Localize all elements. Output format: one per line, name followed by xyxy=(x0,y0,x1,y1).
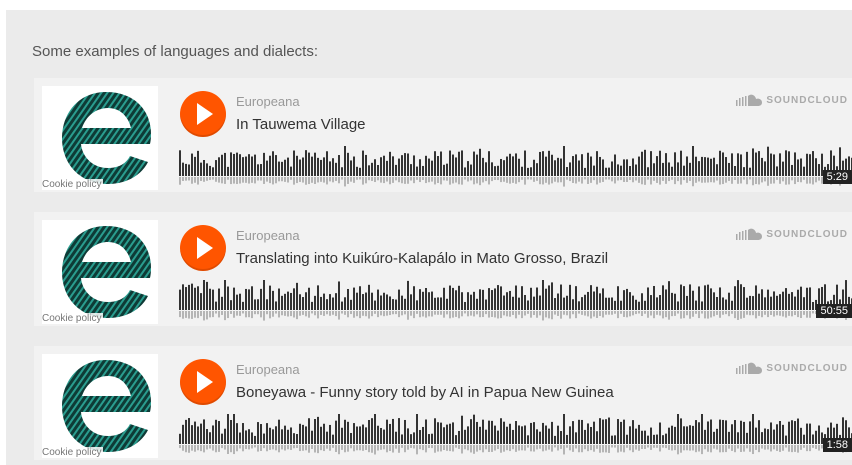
soundcloud-logo-link[interactable]: SOUNDCLOUD xyxy=(736,362,848,374)
soundcloud-cloud-icon xyxy=(736,362,763,374)
play-button[interactable] xyxy=(180,359,226,405)
soundcloud-label: SOUNDCLOUD xyxy=(766,228,848,240)
uploader-link[interactable]: Europeana xyxy=(236,362,300,377)
soundcloud-cloud-icon xyxy=(736,94,763,106)
cookie-policy-link[interactable]: Cookie policy xyxy=(42,447,104,458)
uploader-link[interactable]: Europeana xyxy=(236,94,300,109)
play-icon xyxy=(197,371,213,393)
soundcloud-label: SOUNDCLOUD xyxy=(766,94,848,106)
play-button[interactable] xyxy=(180,91,226,137)
soundcloud-cloud-icon xyxy=(736,228,763,240)
uploader-link[interactable]: Europeana xyxy=(236,228,300,243)
cookie-policy-link[interactable]: Cookie policy xyxy=(42,179,104,190)
track-duration: 5:29 xyxy=(822,170,852,184)
cookie-policy-link[interactable]: Cookie policy xyxy=(42,313,104,324)
soundcloud-label: SOUNDCLOUD xyxy=(766,362,848,374)
track-title-link[interactable]: In Tauwema Village xyxy=(236,116,366,133)
track-artwork[interactable]: Cookie policy xyxy=(42,354,158,458)
track-title-link[interactable]: Translating into Kuikúro-Kalapálo in Mat… xyxy=(236,250,608,267)
play-icon xyxy=(197,103,213,125)
soundcloud-player: Cookie policy Europeana Translating into… xyxy=(34,212,852,326)
embed-panel: Some examples of languages and dialects:… xyxy=(6,10,852,465)
track-duration: 50:55 xyxy=(816,304,852,318)
europeana-logo-icon xyxy=(62,360,151,452)
track-title-link[interactable]: Boneyawa - Funny story told by AI in Pap… xyxy=(236,384,614,401)
waveform[interactable] xyxy=(179,146,852,190)
soundcloud-player: Cookie policy Europeana In Tauwema Villa… xyxy=(34,78,852,192)
soundcloud-player: Cookie policy Europeana Boneyawa - Funny… xyxy=(34,346,852,460)
waveform[interactable] xyxy=(179,414,852,458)
play-icon xyxy=(197,237,213,259)
europeana-logo-icon xyxy=(62,92,151,184)
soundcloud-logo-link[interactable]: SOUNDCLOUD xyxy=(736,94,848,106)
europeana-logo-icon xyxy=(62,226,151,318)
play-button[interactable] xyxy=(180,225,226,271)
intro-text: Some examples of languages and dialects: xyxy=(32,43,319,60)
track-artwork[interactable]: Cookie policy xyxy=(42,220,158,324)
track-artwork[interactable]: Cookie policy xyxy=(42,86,158,190)
waveform[interactable] xyxy=(179,280,852,324)
track-duration: 1:58 xyxy=(822,438,852,452)
soundcloud-logo-link[interactable]: SOUNDCLOUD xyxy=(736,228,848,240)
